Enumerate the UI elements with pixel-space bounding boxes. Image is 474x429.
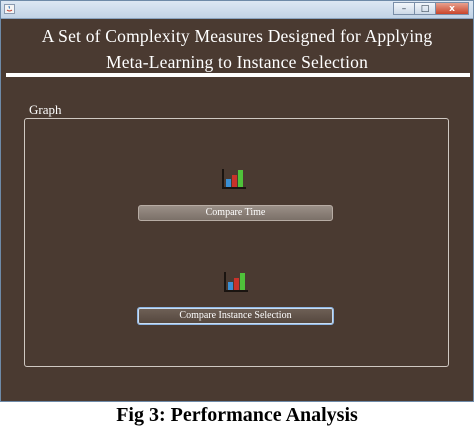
app-window: – □ x A Set of Complexity Measures Desig… xyxy=(0,0,474,402)
maximize-button[interactable]: □ xyxy=(414,2,436,15)
java-app-icon xyxy=(4,4,15,14)
app-title-line-1: A Set of Complexity Measures Designed fo… xyxy=(41,26,433,46)
header-divider xyxy=(6,73,470,77)
compare-instance-selection-button[interactable]: Compare Instance Selection xyxy=(137,307,334,325)
app-title-line-2: Meta-Learning to Instance Selection xyxy=(105,52,369,72)
minimize-button[interactable]: – xyxy=(393,2,415,15)
window-titlebar[interactable]: – □ x xyxy=(1,1,473,19)
minimize-icon: – xyxy=(401,3,407,14)
bar-chart-icon xyxy=(222,169,246,189)
close-icon: x xyxy=(449,3,455,14)
maximize-icon: □ xyxy=(420,3,430,14)
graph-panel xyxy=(24,118,449,367)
compare-time-button[interactable]: Compare Time xyxy=(138,205,333,221)
window-controls: – □ x xyxy=(393,2,469,16)
figure-caption: Fig 3: Performance Analysis xyxy=(116,404,358,426)
graph-group-label: Graph xyxy=(29,102,62,117)
close-button[interactable]: x xyxy=(435,2,469,15)
bar-chart-icon xyxy=(224,272,248,292)
